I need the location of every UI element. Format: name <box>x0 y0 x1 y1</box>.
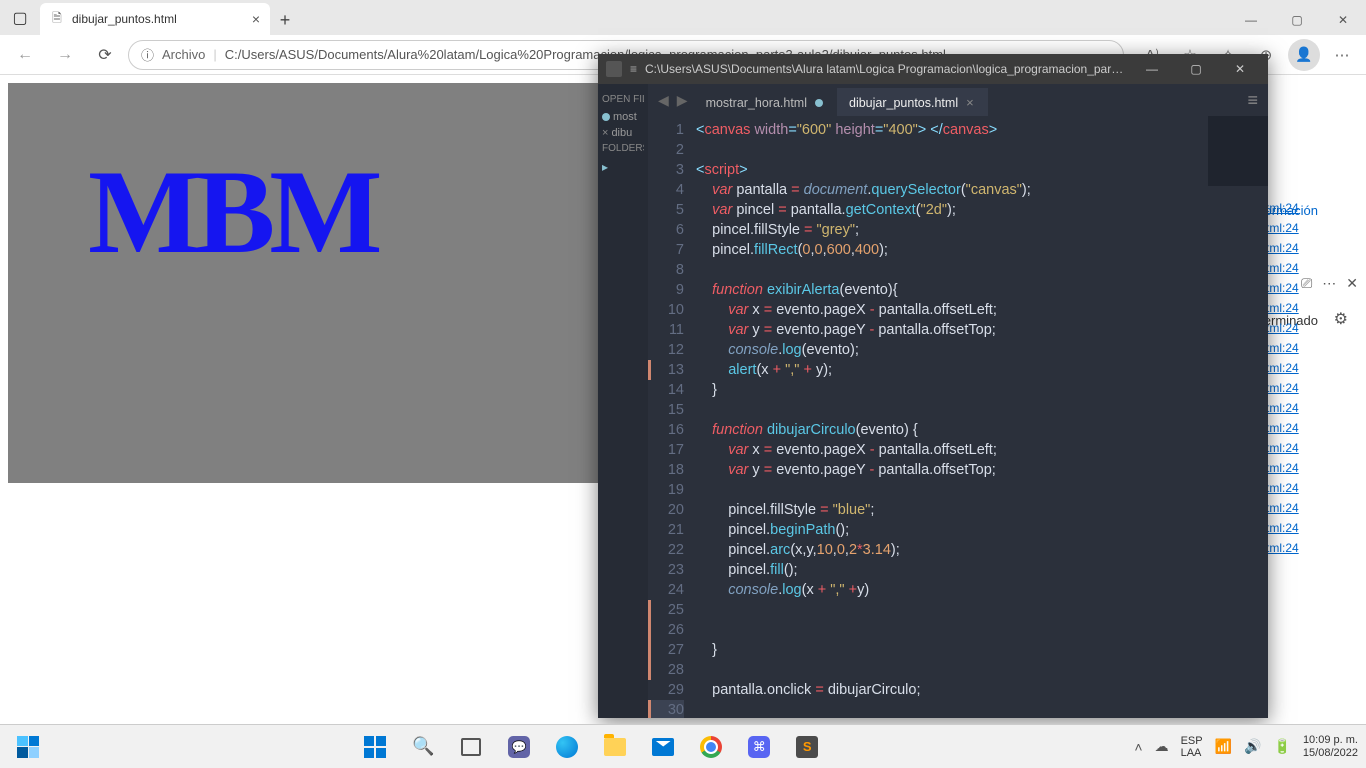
onedrive-icon[interactable]: ☁ <box>1155 738 1169 755</box>
battery-icon[interactable]: 🔋 <box>1273 738 1290 755</box>
console-source-link[interactable]: tml:24 <box>1266 501 1366 515</box>
sublime-title: C:\Users\ASUS\Documents\Alura latam\Logi… <box>645 62 1124 76</box>
console-source-link[interactable]: tml:24 <box>1266 201 1366 215</box>
console-source-link[interactable]: tml:24 <box>1266 401 1366 415</box>
minimap[interactable] <box>1208 116 1268 186</box>
console-source-link[interactable]: tml:24 <box>1266 261 1366 275</box>
wifi-icon[interactable]: 📶 <box>1215 738 1232 755</box>
sublime-sidebar[interactable]: OPEN FIL most ×dibu FOLDERS ▸ <box>598 84 648 718</box>
widgets-button[interactable] <box>8 727 48 767</box>
devtools-console-links: tml:24 tml:24 tml:24 tml:24 tml:24 tml:24 tml:… <box>1266 195 1366 561</box>
tab-prev-icon[interactable]: ◀ <box>658 92 669 109</box>
edge-button[interactable] <box>546 727 588 767</box>
sublime-button[interactable]: S <box>786 727 828 767</box>
tray-chevron-icon[interactable]: ˄ <box>1134 739 1142 755</box>
url-source-label: Archivo <box>162 47 205 62</box>
console-source-link[interactable]: tml:24 <box>1266 541 1366 555</box>
info-icon[interactable]: ⓘ <box>141 45 154 64</box>
console-source-link[interactable]: tml:24 <box>1266 381 1366 395</box>
console-source-link[interactable]: tml:24 <box>1266 321 1366 335</box>
mail-button[interactable] <box>642 727 684 767</box>
close-tab-icon[interactable]: × <box>966 95 974 110</box>
modified-dot-icon <box>602 113 610 121</box>
volume-icon[interactable]: 🔊 <box>1244 738 1261 755</box>
console-source-link[interactable]: tml:24 <box>1266 221 1366 235</box>
discord-button[interactable]: ⌘ <box>738 727 780 767</box>
sublime-titlebar[interactable]: ≡ C:\Users\ASUS\Documents\Alura latam\Lo… <box>598 54 1268 84</box>
explorer-button[interactable] <box>594 727 636 767</box>
code-editor[interactable]: 1234567891011121314151617181920212223242… <box>648 116 1268 718</box>
task-view-button[interactable] <box>450 727 492 767</box>
folders-header: FOLDERS <box>602 143 644 154</box>
console-source-link[interactable]: tml:24 <box>1266 341 1366 355</box>
sublime-logo-icon <box>606 61 622 77</box>
sublime-tabs: ◀ ▶ mostrar_hora.html dibujar_puntos.htm… <box>648 84 1268 116</box>
sublime-menu-icon[interactable]: ≡ <box>630 62 637 76</box>
sublime-maximize-button[interactable]: ▢ <box>1176 62 1216 76</box>
sublime-window[interactable]: ≡ C:\Users\ASUS\Documents\Alura latam\Lo… <box>598 54 1268 718</box>
close-window-button[interactable]: ✕ <box>1320 5 1366 35</box>
language-indicator[interactable]: ESP LAA <box>1181 735 1203 759</box>
minimize-button[interactable]: — <box>1228 5 1274 35</box>
sidebar-file-2[interactable]: ×dibu <box>602 127 644 139</box>
tab-next-icon[interactable]: ▶ <box>677 92 688 109</box>
console-source-link[interactable]: tml:24 <box>1266 241 1366 255</box>
sidebar-file-1[interactable]: most <box>602 111 644 123</box>
folder-icon: ▸ <box>602 160 608 174</box>
reload-button[interactable]: ⟳ <box>88 38 122 72</box>
browser-tab-strip: ▢ 🗎 dibujar_puntos.html × + — ▢ ✕ <box>0 0 1366 35</box>
maximize-button[interactable]: ▢ <box>1274 5 1320 35</box>
console-source-link[interactable]: tml:24 <box>1266 441 1366 455</box>
new-tab-button[interactable]: + <box>270 5 300 35</box>
modified-dot-icon <box>815 99 823 107</box>
sublime-minimize-button[interactable]: — <box>1132 62 1172 76</box>
tab-actions-icon[interactable]: ▢ <box>0 0 40 35</box>
file-icon: 🗎 <box>50 12 64 26</box>
editor-tab-1[interactable]: mostrar_hora.html <box>694 88 837 116</box>
teams-chat-button[interactable]: 💬 <box>498 727 540 767</box>
console-source-link[interactable]: tml:24 <box>1266 481 1366 495</box>
more-menu-icon[interactable]: ⋯ <box>1326 39 1358 71</box>
console-source-link[interactable]: tml:24 <box>1266 521 1366 535</box>
start-button[interactable] <box>354 727 396 767</box>
clock[interactable]: 10:09 p. m. 15/08/2022 <box>1303 734 1358 760</box>
console-source-link[interactable]: tml:24 <box>1266 301 1366 315</box>
browser-tab[interactable]: 🗎 dibujar_puntos.html × <box>40 3 270 35</box>
profile-avatar[interactable]: 👤 <box>1288 39 1320 71</box>
close-tab-icon[interactable]: × <box>252 11 260 27</box>
sublime-close-button[interactable]: ✕ <box>1220 62 1260 76</box>
console-source-link[interactable]: tml:24 <box>1266 461 1366 475</box>
editor-tab-2[interactable]: dibujar_puntos.html × <box>837 88 988 116</box>
folder-item[interactable]: ▸ <box>602 160 644 174</box>
console-source-link[interactable]: tml:24 <box>1266 361 1366 375</box>
console-source-link[interactable]: tml:24 <box>1266 421 1366 435</box>
chrome-button[interactable] <box>690 727 732 767</box>
console-source-link[interactable]: tml:24 <box>1266 281 1366 295</box>
back-button[interactable]: ← <box>8 38 42 72</box>
html-canvas[interactable]: MBM <box>8 83 608 483</box>
window-controls: — ▢ ✕ <box>1228 5 1366 35</box>
tab-title: dibujar_puntos.html <box>72 12 177 26</box>
search-button[interactable]: 🔍 <box>402 727 444 767</box>
canvas-drawing: MBM <box>88 143 377 281</box>
close-file-icon[interactable]: × <box>602 127 608 139</box>
tab-menu-icon[interactable]: ≡ <box>1237 84 1268 116</box>
windows-taskbar[interactable]: 🔍 💬 ⌘ S ˄ ☁ ESP LAA 📶 🔊 🔋 10:09 p. m. 15… <box>0 724 1366 768</box>
open-files-header: OPEN FIL <box>602 94 644 105</box>
forward-button: → <box>48 38 82 72</box>
